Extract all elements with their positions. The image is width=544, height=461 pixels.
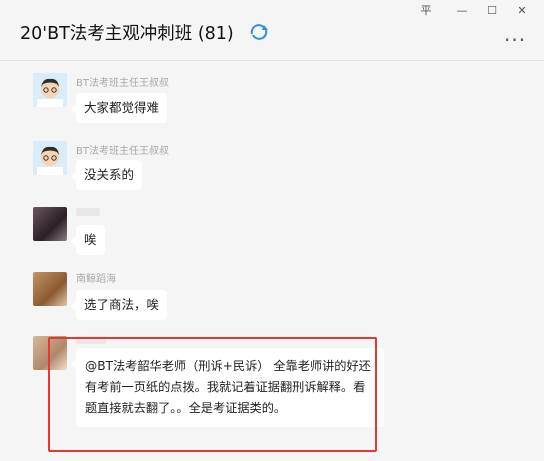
avatar-cartoon-icon [33,73,67,107]
sender-name-blurred [76,208,100,216]
close-button[interactable]: ✕ [508,0,536,22]
avatar-cartoon-icon [33,141,67,175]
sync-icon[interactable] [248,23,270,41]
avatar[interactable] [33,73,67,107]
chat-title: 20'BT法考主观冲刺班 (81) [20,24,234,44]
message-bubble[interactable]: 选了商法，唉 [70,290,168,320]
maximize-button[interactable]: ☐ [478,0,506,22]
message-bubble[interactable]: 唉 [71,225,105,255]
highlight-box [48,337,377,452]
avatar[interactable] [33,207,67,241]
avatar[interactable] [33,272,67,306]
more-options-icon[interactable]: ··· [504,28,526,52]
chat-header: 平 — ☐ ✕ 20'BT法考主观冲刺班 (81) ··· [0,0,544,61]
sender-name: BT法考班主任王叔叔 [76,78,169,89]
avatar[interactable] [33,141,67,175]
message-bubble[interactable]: 没关系的 [70,160,143,190]
message-bubble[interactable]: 大家都觉得难 [70,93,168,123]
sender-name: BT法考班主任王叔叔 [76,146,169,157]
minimize-button[interactable]: — [448,0,476,22]
sender-name: 南鲸蹈海 [76,274,116,285]
pin-button[interactable]: 平 [412,0,440,22]
